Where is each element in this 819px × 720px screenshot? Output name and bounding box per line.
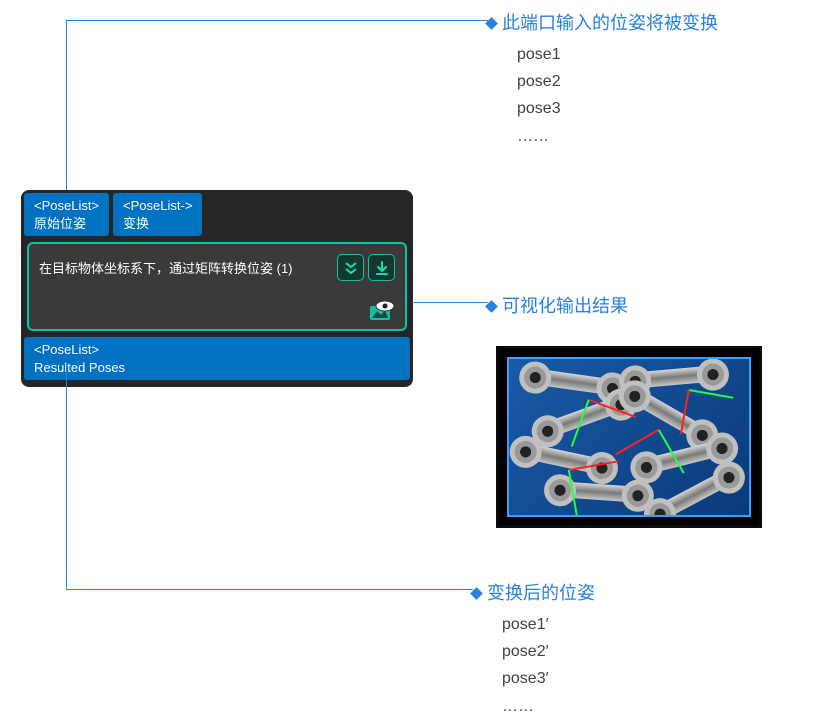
annotation-output-list: pose1′ pose2′ pose3′ …… [502, 611, 595, 720]
port-label: Resulted Poses [34, 359, 400, 377]
list-item: pose1′ [502, 611, 595, 638]
connector-line [412, 302, 488, 303]
annotation-output: 变换后的位姿 pose1′ pose2′ pose3′ …… [472, 579, 595, 720]
annotation-input-title: 此端口输入的位姿将被变换 [502, 13, 718, 33]
list-item: pose3′ [502, 665, 595, 692]
expand-button[interactable] [337, 254, 364, 281]
connector-line [66, 362, 67, 589]
download-arrow-icon [375, 261, 389, 275]
ports-top-row: <PoseList> 原始位姿 <PoseList-> 变换 [21, 190, 413, 236]
diamond-bullet-icon [485, 300, 498, 313]
annotation-input: 此端口输入的位姿将被变换 pose1 pose2 pose3 …… [487, 9, 718, 150]
node-body[interactable]: 在目标物体坐标系下，通过矩阵转换位姿 (1) [27, 242, 407, 331]
connector-line [66, 20, 488, 21]
visualization-inner [507, 357, 751, 517]
ports-bottom-row: <PoseList> Resulted Poses [21, 337, 413, 383]
diamond-bullet-icon [470, 587, 483, 600]
node-button-group [337, 254, 395, 281]
port-label: 原始位姿 [34, 215, 99, 233]
visualization-preview [496, 346, 762, 528]
port-type: <PoseList> [34, 341, 400, 359]
annotation-input-list: pose1 pose2 pose3 …… [517, 41, 718, 150]
list-item: …… [517, 123, 718, 150]
eye-image-icon [369, 301, 395, 321]
annotation-output-title: 变换后的位姿 [487, 583, 595, 603]
list-item: pose2 [517, 68, 718, 95]
output-port-resulted-poses[interactable]: <PoseList> Resulted Poses [24, 337, 410, 380]
port-label: 变换 [123, 215, 192, 233]
list-item: pose2′ [502, 638, 595, 665]
annotation-viz-title: 可视化输出结果 [502, 296, 628, 316]
download-button[interactable] [368, 254, 395, 281]
visualize-button[interactable] [369, 301, 395, 321]
port-type: <PoseList-> [123, 197, 192, 215]
annotation-viz: 可视化输出结果 [487, 292, 628, 318]
list-item: …… [502, 693, 595, 720]
connector-line [66, 589, 473, 590]
node-title: 在目标物体坐标系下，通过矩阵转换位姿 (1) [39, 258, 293, 277]
list-item: pose3 [517, 95, 718, 122]
input-port-transform[interactable]: <PoseList-> 变换 [113, 193, 202, 236]
transform-pose-node: <PoseList> 原始位姿 <PoseList-> 变换 在目标物体坐标系下… [21, 190, 413, 387]
list-item: pose1 [517, 41, 718, 68]
connector-line [66, 20, 67, 194]
port-type: <PoseList> [34, 197, 99, 215]
expand-down-icon [344, 261, 358, 275]
input-port-original-poses[interactable]: <PoseList> 原始位姿 [24, 193, 109, 236]
